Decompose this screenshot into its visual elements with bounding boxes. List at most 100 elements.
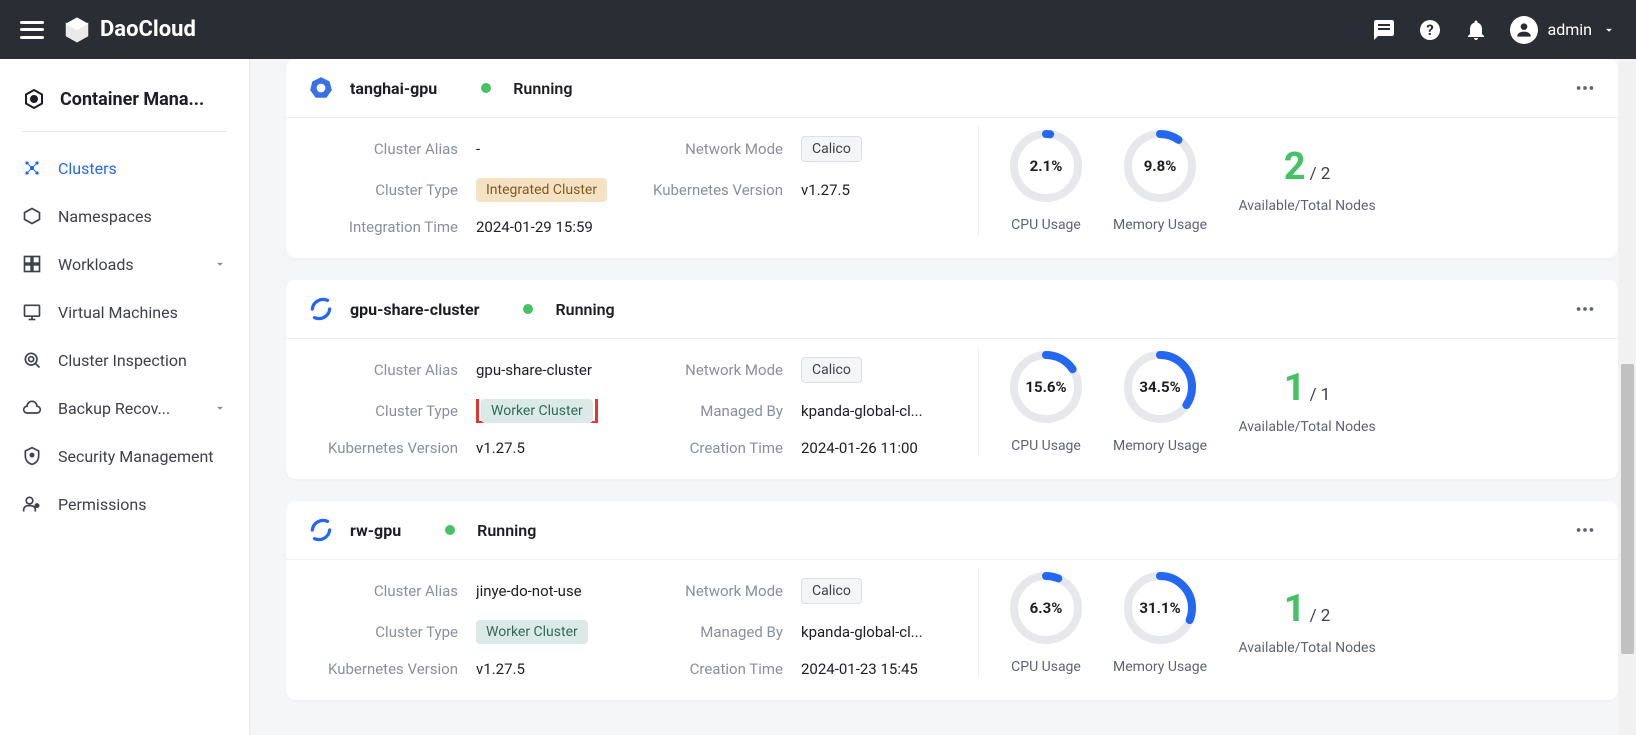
alias-label: Cluster Alias [308,140,458,158]
gauge-value: 15.6% [1025,378,1066,396]
scrollbar-thumb[interactable] [1621,364,1634,654]
chevron-down-icon [1602,23,1616,37]
sidebar-item-backup[interactable]: Backup Recov... [0,384,249,432]
time-label: Integration Time [308,218,458,236]
user-menu[interactable]: admin [1510,16,1616,44]
avatar-icon [1510,16,1538,44]
network-mode-tag: Calico [801,136,862,162]
highlighted-type: Worker Cluster [476,399,598,423]
memory-caption: Memory Usage [1113,659,1207,675]
scrollbar[interactable] [1619,59,1636,735]
cluster-header[interactable]: gpu-share-cluster Running [286,280,1618,338]
cluster-header[interactable]: rw-gpu Running [286,501,1618,559]
gauge-value: 9.8% [1144,157,1177,175]
cpu-gauge-block: 15.6% CPU Usage [1009,350,1083,454]
vm-icon [22,302,42,322]
memory-caption: Memory Usage [1113,217,1207,233]
managed-by-value: kpanda-global-cl... [801,623,923,641]
status-text: Running [513,79,572,98]
k8s-version-value: v1.27.5 [476,660,525,678]
network-mode-tag: Calico [801,357,862,383]
more-icon[interactable] [1574,519,1596,541]
metrics: 15.6% CPU Usage 34.5% Memory Usage 1 / 1… [978,347,1377,457]
topbar-right: ? admin [1372,16,1616,44]
managed-by-value: kpanda-global-cl... [801,402,923,420]
messages-icon[interactable] [1372,18,1396,42]
time-value: 2024-01-23 15:45 [801,660,918,678]
nodes-available: 2 [1284,148,1306,186]
sidebar-item-label: Clusters [58,159,227,178]
cluster-body: Cluster Aliasjinye-do-not-use Network Mo… [286,559,1618,700]
gauge: 9.8% [1123,129,1197,203]
memory-gauge-block: 34.5% Memory Usage [1113,350,1207,454]
alias-value: gpu-share-cluster [476,361,592,379]
time-value: 2024-01-29 15:59 [476,218,593,236]
brand-logo[interactable]: DaoCloud [62,15,196,45]
info-grid: Cluster Alias- Network ModeCalico Cluste… [308,126,948,236]
metrics: 6.3% CPU Usage 31.1% Memory Usage 1 / 2 … [978,568,1377,678]
nodes-available: 1 [1284,369,1306,407]
help-icon[interactable]: ? [1418,18,1442,42]
time-value: 2024-01-26 11:00 [801,439,918,457]
sidebar-item-workloads[interactable]: Workloads [0,240,249,288]
sidebar-item-security[interactable]: Security Management [0,432,249,480]
sidebar-item-label: Permissions [58,495,227,514]
sidebar-item-namespaces[interactable]: Namespaces [0,192,249,240]
alias-value: - [476,140,480,158]
cpu-caption: CPU Usage [1011,217,1081,233]
gauge-value: 2.1% [1030,157,1063,175]
info-grid: Cluster Aliasjinye-do-not-use Network Mo… [308,568,948,678]
notifications-icon[interactable] [1464,18,1488,42]
nodes-available: 1 [1284,590,1306,628]
cluster-header[interactable]: tanghai-gpu Running [286,59,1618,117]
sidebar-item-label: Security Management [58,447,227,466]
sidebar-item-inspection[interactable]: Cluster Inspection [0,336,249,384]
alias-label: Cluster Alias [308,361,458,379]
nodes-total: / 1 [1310,385,1331,405]
kubernetes-icon [308,75,334,101]
cluster-name: tanghai-gpu [350,79,437,98]
sidebar-title[interactable]: Container Mana... [0,79,249,131]
cluster-body: Cluster Alias- Network ModeCalico Cluste… [286,117,1618,258]
more-icon[interactable] [1574,298,1596,320]
nodes-caption: Available/Total Nodes [1238,198,1375,214]
sidebar-item-vm[interactable]: Virtual Machines [0,288,249,336]
gauge-value: 31.1% [1139,599,1180,617]
status-dot-icon [481,83,491,93]
daocloud-icon [62,15,92,45]
k8s-version-value: v1.27.5 [476,439,525,457]
managed-by-label: Managed By [633,623,783,641]
brand-text: DaoCloud [100,17,196,42]
k8s-version-label: Kubernetes Version [308,439,458,457]
hamburger-icon[interactable] [20,21,44,39]
chevron-down-icon [213,257,227,271]
network-mode-label: Network Mode [633,140,783,158]
managed-by-label: Managed By [633,402,783,420]
status-dot-icon [523,304,533,314]
container-mgmt-icon [22,87,46,111]
clusters-icon [22,158,42,178]
sidebar-item-label: Namespaces [58,207,227,226]
status-dot-icon [445,525,455,535]
main-content: tanghai-gpu Running Cluster Alias- Netwo… [250,59,1636,735]
cluster-card: gpu-share-cluster Running Cluster Alias g… [286,280,1618,479]
nodes-caption: Available/Total Nodes [1238,640,1375,656]
sidebar-item-label: Cluster Inspection [58,351,227,370]
gauge-value: 6.3% [1030,599,1063,617]
nodes-caption: Available/Total Nodes [1238,419,1375,435]
time-label: Creation Time [633,660,783,678]
info-grid: Cluster Aliasgpu-share-cluster Network M… [308,347,948,457]
cpu-caption: CPU Usage [1011,659,1081,675]
sidebar-item-clusters[interactable]: Clusters [0,144,249,192]
alias-value: jinye-do-not-use [476,582,582,600]
cluster-name: gpu-share-cluster [350,300,479,319]
status-text: Running [555,300,614,319]
network-mode-tag: Calico [801,578,862,604]
more-icon[interactable] [1574,77,1596,99]
sidebar-item-permissions[interactable]: Permissions [0,480,249,528]
gauge: 34.5% [1123,350,1197,424]
nodes-block: 1 / 2 Available/Total Nodes [1237,590,1377,656]
status-text: Running [477,521,536,540]
cluster-card: tanghai-gpu Running Cluster Alias- Netwo… [286,59,1618,258]
gauge: 15.6% [1009,350,1083,424]
